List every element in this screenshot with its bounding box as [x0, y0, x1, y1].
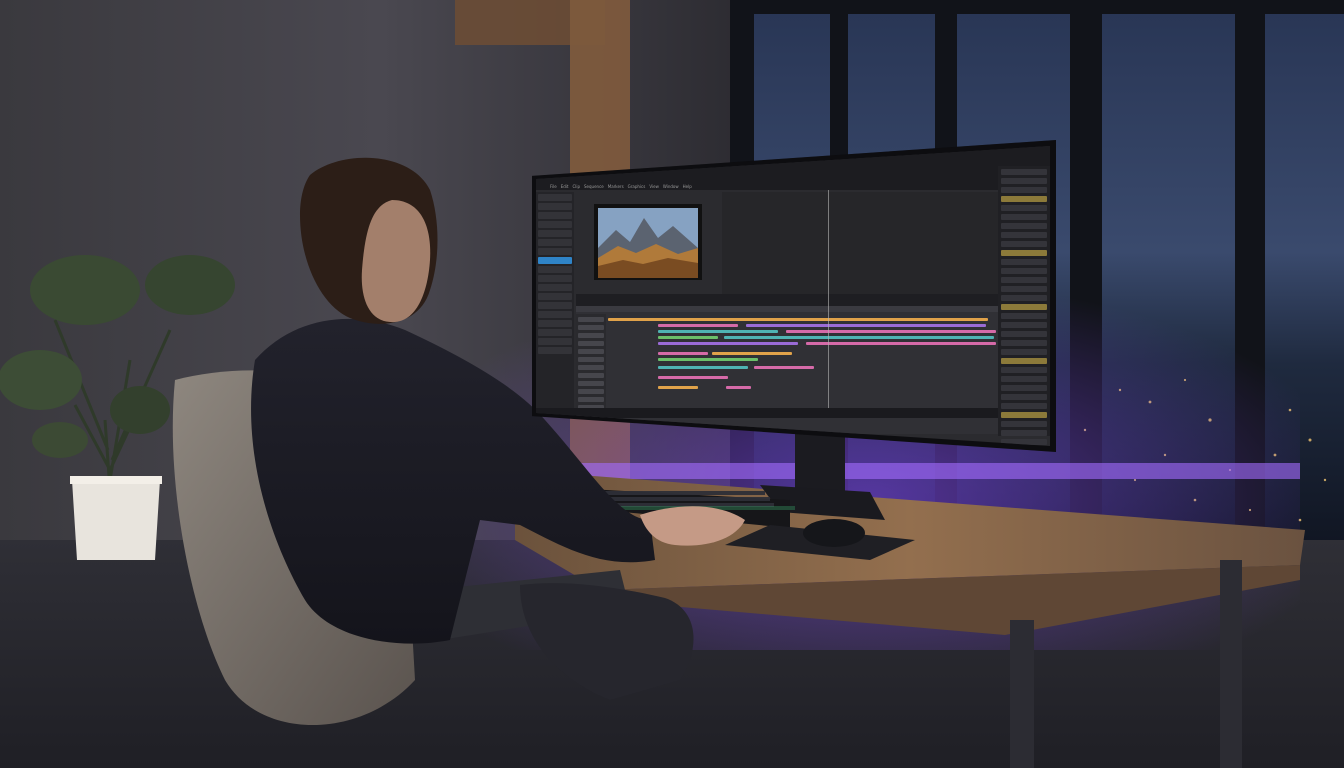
timeline-clip[interactable]: [658, 330, 778, 333]
computer-mouse: [803, 519, 865, 547]
playhead[interactable]: [828, 190, 829, 418]
timeline-clip[interactable]: [786, 330, 996, 333]
desk-leg-front: [1010, 620, 1034, 768]
timeline-clips: [536, 146, 1050, 446]
video-editor-screen: File Edit Clip Sequence Markers Graphics…: [536, 146, 1050, 446]
timeline-clip[interactable]: [746, 324, 986, 327]
timeline-clip[interactable]: [658, 352, 708, 355]
timeline-clip[interactable]: [724, 336, 994, 339]
desk-leg-right: [1220, 560, 1242, 768]
timeline-clip[interactable]: [658, 324, 738, 327]
timeline-clip[interactable]: [806, 342, 996, 345]
timeline-clip[interactable]: [658, 336, 718, 339]
taskbar: [536, 408, 998, 418]
timeline-clip[interactable]: [754, 366, 814, 369]
timeline-clip[interactable]: [658, 386, 698, 389]
timeline-clip[interactable]: [658, 366, 748, 369]
timeline-clip[interactable]: [726, 386, 751, 389]
timeline-clip[interactable]: [658, 342, 798, 345]
timeline-clip[interactable]: [658, 376, 728, 379]
timeline-clip[interactable]: [608, 318, 988, 321]
timeline-clip[interactable]: [712, 352, 792, 355]
timeline-clip[interactable]: [658, 358, 758, 361]
desk-underglow: [520, 463, 1300, 479]
